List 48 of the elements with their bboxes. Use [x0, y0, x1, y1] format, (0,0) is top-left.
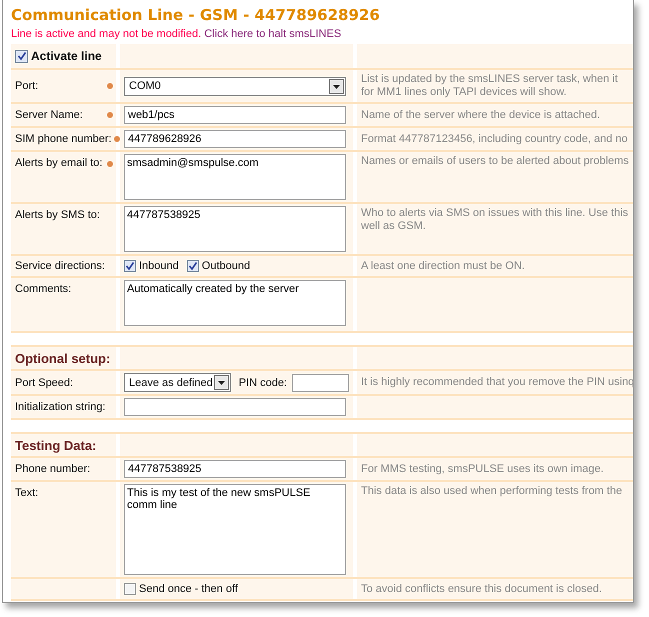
help-text: List is updated by the smsLINES server task, when it for MM1 lines only TAPI devices will show. [361, 73, 618, 99]
help-text: To avoid conflicts ensure this document is closed. [361, 582, 602, 596]
text-field[interactable]: 447789628926 [124, 130, 346, 148]
field-label: PIN code: [238, 376, 287, 388]
dropdown[interactable]: Leave as defined [124, 373, 231, 392]
checkbox[interactable]: Activate line [15, 49, 102, 63]
checkmark-icon [125, 261, 135, 271]
help-text: For MMS testing, smsPULSE uses its own image. [361, 462, 604, 476]
pin-field[interactable] [292, 374, 349, 392]
checkmark-icon [188, 261, 198, 271]
text-field[interactable]: 447787538925 [124, 460, 346, 478]
checkbox[interactable]: Send once - then off [124, 583, 238, 595]
section-heading: Testing Data: [15, 438, 96, 452]
checkbox[interactable]: Inbound [124, 260, 179, 272]
text-field[interactable] [124, 398, 346, 416]
warning-text: Line is active and may not be modified. [11, 28, 202, 40]
field-label: Alerts by email to: [15, 157, 102, 169]
field-label: Port: [15, 80, 38, 92]
help-text: Format 447787123456, including country code, and no [361, 132, 628, 146]
field-label: Service directions: [15, 260, 105, 272]
field-label: Port Speed: [15, 376, 74, 388]
required-dot-icon [107, 83, 113, 89]
text-area[interactable]: This is my test of the new smsPULSE comm line [124, 484, 346, 575]
help-text: Names or emails of users to be alerted about problems [361, 155, 629, 168]
help-text: A least one direction must be ON. [361, 260, 525, 272]
field-label: Initialization string: [15, 401, 106, 413]
field-label: Comments: [15, 283, 72, 295]
help-text: Who to alerts via SMS on issues with this line. Use this well as GSM. [361, 207, 628, 233]
required-dot-icon [107, 112, 113, 118]
field-label: SIM phone number: [15, 133, 112, 145]
field-label: Text: [15, 487, 38, 499]
field-label: Server Name: [15, 109, 83, 121]
text-area[interactable]: 447787538925 [124, 206, 346, 252]
required-dot-icon [114, 136, 120, 142]
field-label: Phone number: [15, 463, 90, 475]
window-title: Communication Line - GSM - 447789628926 [11, 5, 381, 26]
dropdown[interactable]: COM0 [124, 76, 346, 96]
checkmark-icon [16, 51, 26, 61]
help-text: Name of the server where the device is attached. [361, 108, 600, 122]
text-area[interactable]: smsadmin@smspulse.com [124, 154, 346, 200]
field-label: Alerts by SMS to: [15, 209, 100, 221]
section-heading: Optional setup: [15, 350, 110, 366]
help-text: This data is also used when performing tests from the [361, 485, 622, 498]
halt-link[interactable]: Click here to halt smsLINES [204, 28, 342, 40]
text-area[interactable]: Automatically created by the server [124, 280, 346, 326]
text-field[interactable]: web1/pcs [124, 106, 346, 124]
checkbox[interactable]: Outbound [186, 260, 250, 272]
required-dot-icon [107, 161, 113, 167]
